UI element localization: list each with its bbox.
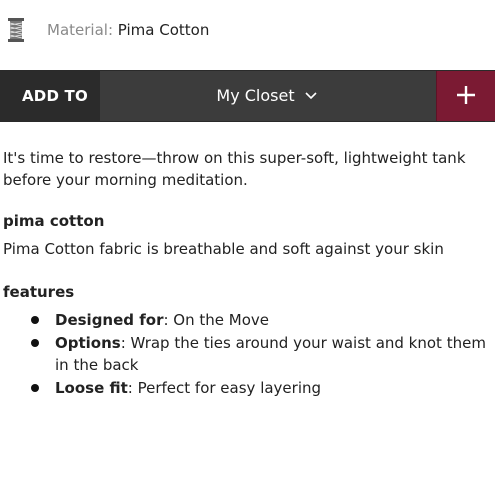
chevron-down-icon <box>305 91 317 99</box>
bullet-icon <box>31 339 39 347</box>
material-label: Material: <box>47 21 113 39</box>
material-text: Material: Pima Cotton <box>47 20 209 40</box>
feature-text: : Perfect for easy layering <box>127 379 322 397</box>
feature-item: Options: Wrap the ties around your waist… <box>0 332 495 376</box>
bullet-icon <box>31 384 39 392</box>
pima-cotton-heading: pima cotton <box>3 212 105 230</box>
plus-icon <box>457 86 475 104</box>
add-to-closet-bar: ADD TO My Closet <box>0 70 495 122</box>
feature-label: Loose fit <box>55 379 128 397</box>
bullet-icon <box>31 316 39 324</box>
product-description: It's time to restore—throw on this super… <box>3 149 466 189</box>
add-to-closet-button[interactable] <box>436 71 495 121</box>
feature-item: Designed for: On the Move <box>0 309 495 331</box>
feature-label: Options <box>55 334 121 352</box>
feature-label: Designed for <box>55 311 164 329</box>
thread-spool-icon <box>8 18 24 42</box>
features-list: Designed for: On the Move Options: Wrap … <box>0 309 495 400</box>
add-to-label: ADD TO <box>0 71 100 121</box>
material-row: Material: Pima Cotton <box>0 0 495 62</box>
material-value: Pima Cotton <box>117 21 210 39</box>
closet-select-dropdown[interactable]: My Closet <box>100 71 435 121</box>
feature-text: : On the Move <box>163 311 269 329</box>
feature-item: Loose fit: Perfect for easy layering <box>0 377 495 399</box>
closet-select-value: My Closet <box>216 86 295 105</box>
features-heading: features <box>3 283 75 301</box>
pima-cotton-text: Pima Cotton fabric is breathable and sof… <box>3 240 444 258</box>
